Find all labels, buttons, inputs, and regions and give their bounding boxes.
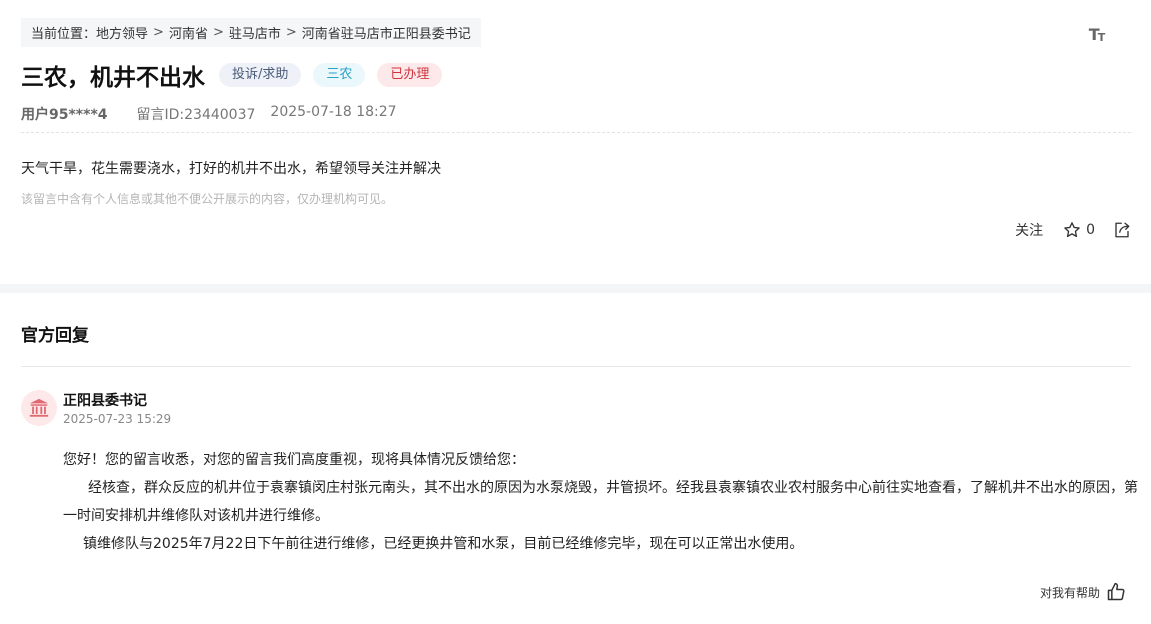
- breadcrumb-prefix: 当前位置：: [31, 27, 97, 42]
- breadcrumb: 当前位置： 地方领导 > 河南省 > 驻马店市 > 河南省驻马店市正阳县委书记: [21, 18, 481, 47]
- follow-button[interactable]: 关注: [1015, 220, 1043, 240]
- reply-time: 2025-07-23 15:29: [63, 412, 172, 426]
- post-content: 天气干旱，花生需要浇水，打好的机井不出水，希望领导关注并解决: [21, 161, 441, 177]
- reply-paragraph: 经核查，群众反应的机井位于袁寨镇闵庄村张元南头，其不出水的原因为水泵烧毁，井管损…: [63, 480, 1138, 524]
- share-icon: [1115, 222, 1130, 238]
- reply-paragraph: 您好！您的留言收悉，对您的留言我们高度重视，现将具体情况反馈给您：: [63, 452, 525, 468]
- avatar: [21, 390, 57, 426]
- reply-body: 您好！您的留言收悉，对您的留言我们高度重视，现将具体情况反馈给您： 经核查，群众…: [63, 446, 1138, 558]
- section-gap: [0, 284, 1151, 293]
- post-actions: 关注 0: [1015, 220, 1131, 240]
- helpful-button[interactable]: 对我有帮助: [1040, 582, 1126, 602]
- font-size-icon[interactable]: TT: [1086, 24, 1106, 44]
- reply-paragraph: 镇维修队与2025年7月22日下午前往进行维修，已经更换井管和水泵，目前已经维修…: [83, 536, 804, 552]
- post-user: 用户95****4: [21, 107, 108, 123]
- post-meta: 用户95****4 留言ID:23440037 2025-07-18 18:27: [21, 104, 397, 124]
- font-size-big-t: T: [1088, 25, 1100, 44]
- tag-type: 投诉/求助: [219, 63, 302, 87]
- share-button[interactable]: [1113, 221, 1131, 239]
- breadcrumb-separator: >: [212, 25, 224, 40]
- helpful-label: 对我有帮助: [1039, 585, 1100, 600]
- breadcrumb-item-city[interactable]: 驻马店市: [229, 23, 281, 42]
- font-size-small-t: T: [1097, 31, 1105, 44]
- tag-field: 三农: [313, 63, 366, 87]
- government-building-icon: [29, 398, 49, 417]
- breadcrumb-separator: >: [153, 25, 164, 40]
- official-reply-title: 官方回复: [21, 326, 89, 346]
- divider: [21, 132, 1131, 133]
- responder-name: 正阳县委书记: [63, 393, 147, 409]
- post-datetime: 2025-07-18 18:27: [270, 104, 397, 120]
- privacy-note: 该留言中含有个人信息或其他不便公开展示的内容，仅办理机构可见。: [21, 192, 394, 206]
- breadcrumb-separator: >: [285, 25, 297, 40]
- page-title: 三农，机井不出水: [21, 65, 205, 91]
- star-icon: [1064, 222, 1080, 238]
- star-button[interactable]: 0: [1063, 221, 1095, 239]
- breadcrumb-item-province[interactable]: 河南省: [169, 23, 208, 42]
- title-row: 三农，机井不出水 投诉/求助 三农 已办理: [21, 58, 454, 92]
- thumbs-up-icon: [1107, 582, 1125, 601]
- divider: [21, 366, 1131, 367]
- breadcrumb-item-local-leaders[interactable]: 地方领导: [96, 23, 148, 42]
- status-badge: 已办理: [377, 63, 443, 87]
- breadcrumb-item-leader[interactable]: 河南省驻马店市正阳县委书记: [302, 23, 471, 42]
- message-id: 留言ID:23440037: [136, 107, 256, 123]
- star-count: 0: [1086, 222, 1095, 238]
